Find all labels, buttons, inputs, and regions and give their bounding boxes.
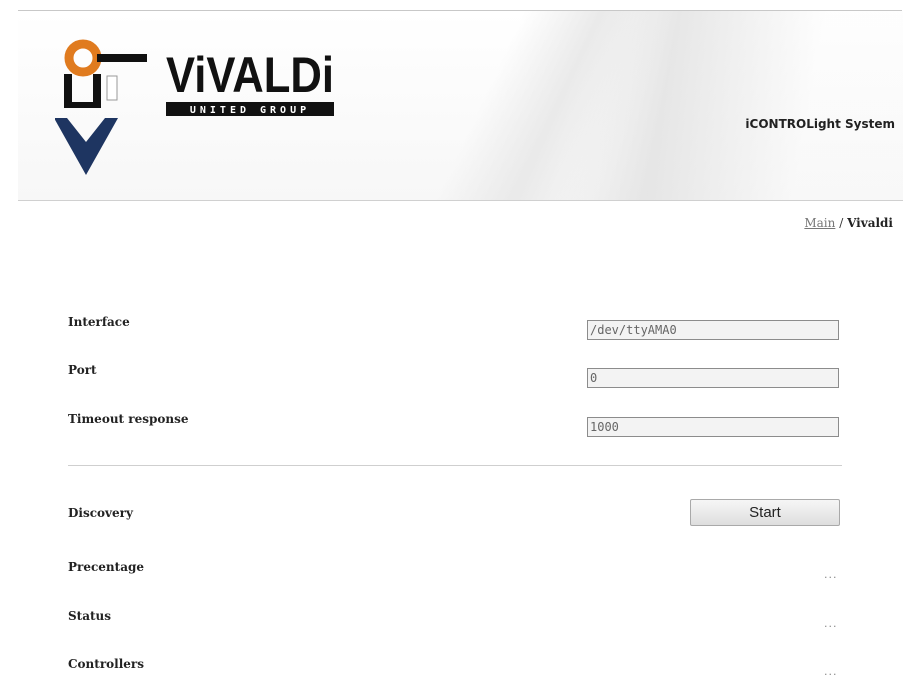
interface-field[interactable] <box>587 320 839 340</box>
controllers-value: ... <box>824 665 838 678</box>
breadcrumb: Main / Vivaldi <box>804 216 893 230</box>
status-value: ... <box>824 617 838 630</box>
form-divider <box>68 465 842 466</box>
emblem-ticks <box>106 75 118 101</box>
interface-label: Interface <box>68 315 130 329</box>
header-banner <box>18 11 903 200</box>
port-field[interactable] <box>587 368 839 388</box>
emblem-navy-chevron <box>55 118 118 175</box>
breadcrumb-main-link[interactable]: Main <box>804 216 835 230</box>
page: ViVALDi UNITED GROUP iCONTROLight System… <box>0 0 903 678</box>
timeout-field[interactable] <box>587 417 839 437</box>
logo-brand-text: ViVALDi <box>166 47 334 103</box>
discovery-label: Discovery <box>68 506 133 520</box>
breadcrumb-current: Vivaldi <box>847 216 893 230</box>
port-label: Port <box>68 363 97 377</box>
timeout-label: Timeout response <box>68 412 189 426</box>
emblem-base <box>64 102 101 108</box>
percentage-label: Precentage <box>68 560 144 574</box>
vivaldi-emblem-icon <box>55 39 147 175</box>
controllers-label: Controllers <box>68 657 144 671</box>
emblem-black-bar <box>97 54 147 62</box>
header-divider <box>18 200 903 201</box>
system-title: iCONTROLight System <box>745 117 895 131</box>
breadcrumb-separator: / <box>839 216 844 230</box>
vivaldi-wordmark-logo: ViVALDi UNITED GROUP <box>166 47 334 116</box>
emblem-orange-ring <box>64 39 102 77</box>
status-label: Status <box>68 609 112 623</box>
logo-subtitle-text: UNITED GROUP <box>190 105 310 116</box>
start-discovery-button[interactable]: Start <box>690 499 840 526</box>
percentage-value: ... <box>824 568 838 581</box>
